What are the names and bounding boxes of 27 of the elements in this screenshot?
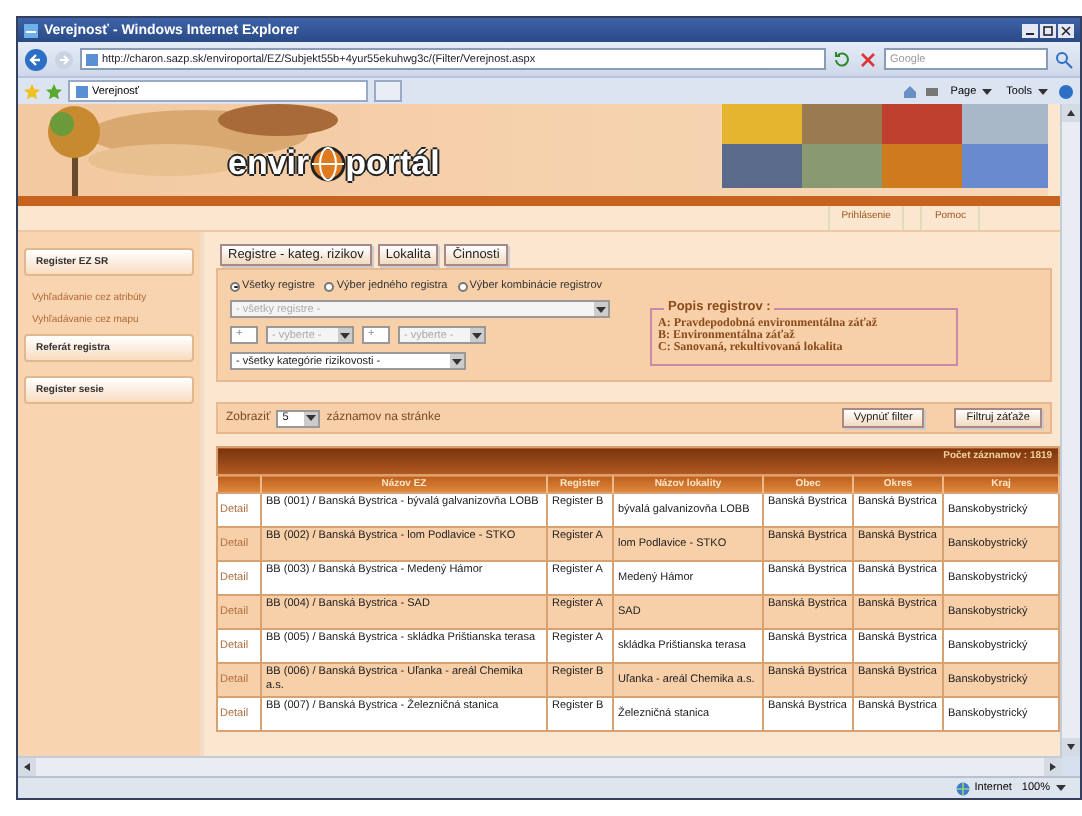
dropdown-arrow-icon xyxy=(338,329,352,341)
favorites-star-icon[interactable] xyxy=(24,83,40,99)
page-icon xyxy=(76,85,88,97)
globe-icon xyxy=(956,781,971,795)
page-icon xyxy=(86,53,98,65)
home-icon[interactable] xyxy=(902,83,919,99)
search-icon[interactable] xyxy=(1054,49,1074,69)
back-icon[interactable] xyxy=(24,47,48,71)
dropdown-arrow-icon xyxy=(304,412,319,424)
stop-icon[interactable] xyxy=(858,49,878,69)
refresh-icon[interactable] xyxy=(832,49,852,69)
logo-text: portál xyxy=(345,144,440,184)
browser-icon xyxy=(24,23,38,37)
globe-icon xyxy=(309,146,346,182)
new-tab-button[interactable] xyxy=(374,80,402,102)
close-icon[interactable] xyxy=(1058,23,1074,37)
caret-icon xyxy=(1054,782,1068,794)
dropdown-arrow-icon xyxy=(594,303,608,315)
caret-icon xyxy=(980,85,995,97)
radio-button[interactable] xyxy=(457,281,468,291)
radio-button[interactable] xyxy=(324,281,335,291)
radio-button[interactable] xyxy=(230,281,240,291)
logo-text: envir xyxy=(228,144,310,184)
add-favorite-icon[interactable] xyxy=(46,83,62,99)
minimize-icon[interactable] xyxy=(1022,23,1038,37)
maximize-icon[interactable] xyxy=(1040,23,1056,37)
caret-icon xyxy=(1036,85,1050,97)
